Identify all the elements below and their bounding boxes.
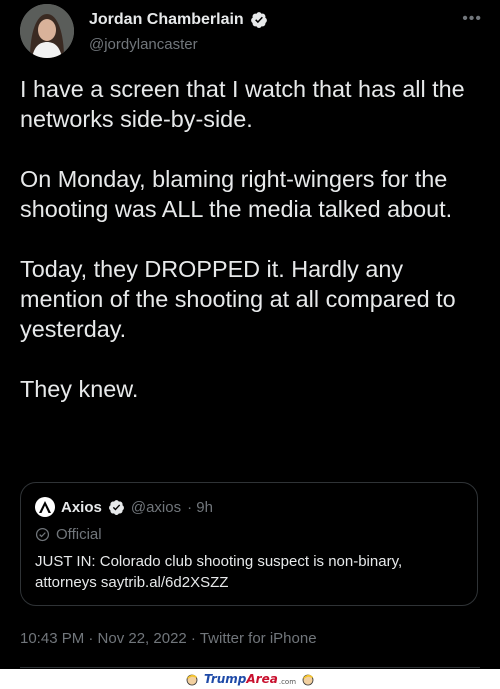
tweet-paragraph: They knew.: [20, 376, 139, 402]
official-label: Official: [56, 526, 102, 543]
more-options-icon[interactable]: •••: [462, 10, 482, 28]
official-label-row: Official: [35, 526, 102, 543]
verified-badge-icon: [108, 499, 124, 515]
tweet-paragraph: I have a screen that I watch that has al…: [20, 76, 465, 132]
tweet-body: I have a screen that I watch that has al…: [20, 74, 485, 404]
tweet-paragraph: Today, they DROPPED it. Hardly any menti…: [20, 256, 456, 342]
caricature-icon: [186, 674, 198, 686]
verified-badge-icon: [250, 12, 267, 28]
quote-author-row: Axios @axios · 9h: [35, 497, 213, 517]
watermark-suffix: .com: [278, 677, 297, 686]
author-name[interactable]: Jordan Chamberlain: [89, 11, 244, 29]
tweet-header: Jordan Chamberlain @jordylancaster •••: [20, 4, 490, 60]
author-handle[interactable]: @jordylancaster: [89, 36, 198, 53]
watermark-text: TrumpArea: [203, 672, 278, 686]
divider: [20, 667, 480, 668]
author-name-row: Jordan Chamberlain: [89, 11, 268, 29]
quote-time: · 9h: [187, 498, 213, 516]
quote-author-handle: @axios: [130, 498, 182, 516]
quoted-tweet[interactable]: Axios @axios · 9h Official JUST IN: Colo…: [20, 482, 478, 606]
quote-text: JUST IN: Colorado club shooting suspect …: [35, 553, 403, 591]
quote-author-name: Axios: [61, 498, 102, 516]
watermark-bar: TrumpArea .com: [0, 669, 500, 689]
official-badge-icon: [35, 527, 50, 542]
tweet-paragraph: On Monday, blaming right-wingers for the…: [20, 166, 453, 222]
author-avatar[interactable]: [20, 4, 74, 58]
axios-logo-icon: [35, 497, 55, 517]
caricature-icon: [302, 674, 314, 686]
avatar-photo-icon: [20, 4, 74, 58]
tweet-timestamp[interactable]: 10:43 PM · Nov 22, 2022 · Twitter for iP…: [20, 630, 317, 647]
